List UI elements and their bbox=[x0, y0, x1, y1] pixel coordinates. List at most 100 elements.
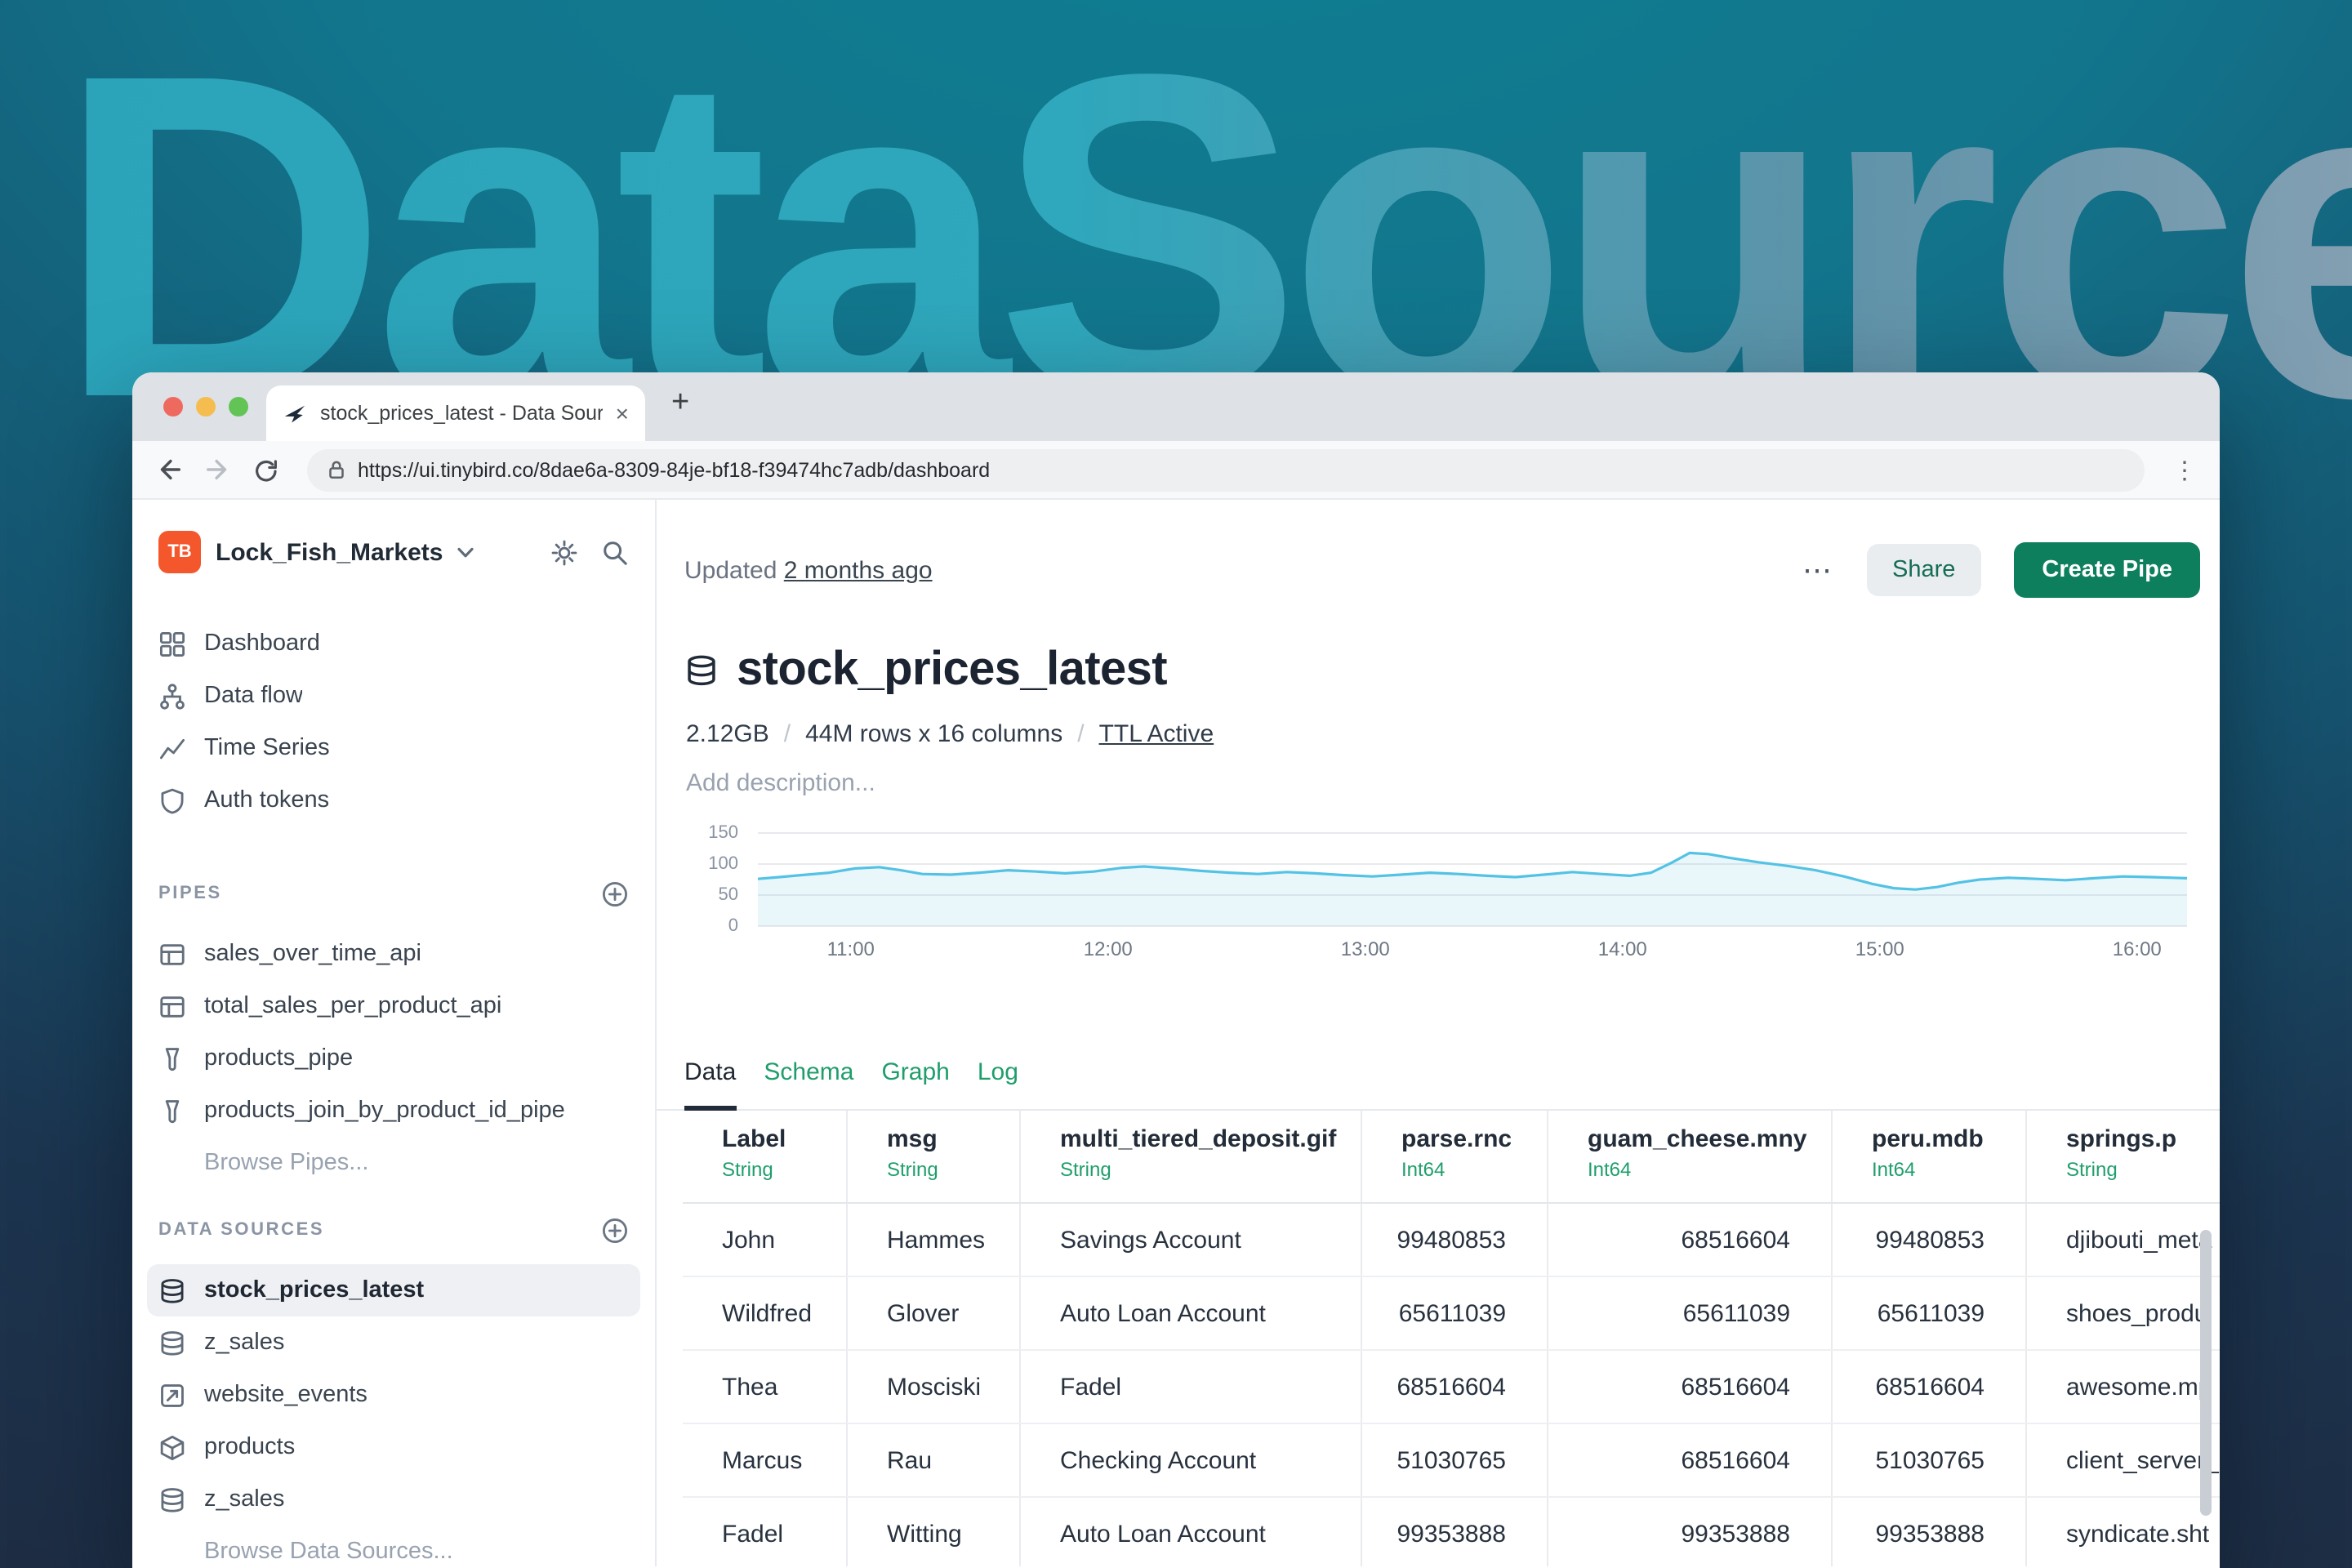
ttl-link[interactable]: TTL Active bbox=[1099, 720, 1214, 748]
browser-tab-strip: stock_prices_latest - Data Sour × + bbox=[132, 372, 2220, 441]
chart-x-tick-label: 11:00 bbox=[827, 938, 875, 960]
create-pipe-button[interactable]: Create Pipe bbox=[2014, 542, 2200, 598]
table-header-row: Label String msg String multi_tiered_dep… bbox=[683, 1111, 2220, 1204]
chevron-down-icon bbox=[457, 546, 474, 558]
window-controls bbox=[163, 397, 248, 416]
tab-data[interactable]: Data bbox=[684, 1058, 736, 1111]
pipe-label: sales_over_time_api bbox=[204, 941, 421, 967]
table-row[interactable]: Thea Mosciski Fadel 68516604 68516604 68… bbox=[683, 1351, 2220, 1424]
data-table: Label String msg String multi_tiered_dep… bbox=[683, 1111, 2220, 1566]
more-options-icon[interactable]: ⋯ bbox=[1802, 553, 1833, 587]
pipes-section-header: PIPES bbox=[132, 879, 655, 908]
data-source-item-website-events[interactable]: website_events bbox=[147, 1369, 640, 1421]
browse-data-sources-link[interactable]: Browse Data Sources... bbox=[147, 1526, 640, 1566]
reload-button[interactable] bbox=[253, 457, 279, 483]
database-icon bbox=[158, 1486, 186, 1513]
vertical-scrollbar[interactable] bbox=[2200, 1230, 2212, 1516]
view-tabs: Data Schema Graph Log bbox=[657, 1058, 2220, 1111]
data-source-item-products[interactable]: products bbox=[147, 1421, 640, 1473]
pipe-item-total-sales-per-product-api[interactable]: total_sales_per_product_api bbox=[147, 980, 640, 1032]
column-header[interactable]: springs.p String bbox=[2027, 1111, 2220, 1202]
share-button[interactable]: Share bbox=[1866, 544, 1981, 596]
sidebar-item-time-series[interactable]: Time Series bbox=[132, 722, 655, 774]
add-data-source-icon[interactable] bbox=[601, 1216, 629, 1244]
column-header[interactable]: msg String bbox=[848, 1111, 1021, 1202]
shield-icon bbox=[158, 786, 186, 814]
pipes-list: sales_over_time_api total_sales_per_prod… bbox=[132, 928, 655, 1189]
stats-row: 2.12GB / 44M rows x 16 columns / TTL Act… bbox=[686, 720, 2220, 748]
back-button[interactable] bbox=[155, 456, 183, 483]
content-header: Updated 2 months ago ⋯ Share Create Pipe bbox=[684, 542, 2200, 598]
maximize-window-button[interactable] bbox=[229, 397, 248, 416]
time-series-icon bbox=[158, 734, 186, 762]
data-source-item-stock-prices-latest[interactable]: stock_prices_latest bbox=[147, 1264, 640, 1316]
table-row[interactable]: Fadel Witting Auto Loan Account 99353888… bbox=[683, 1498, 2220, 1566]
database-icon bbox=[158, 1276, 186, 1304]
stat-separator: / bbox=[1077, 720, 1084, 748]
chart-y-axis: 050100150 bbox=[683, 826, 748, 928]
tab-schema[interactable]: Schema bbox=[764, 1058, 853, 1109]
database-title-icon bbox=[684, 653, 719, 688]
events-icon bbox=[158, 1381, 186, 1409]
tab-graph[interactable]: Graph bbox=[881, 1058, 949, 1109]
tab-log[interactable]: Log bbox=[978, 1058, 1018, 1109]
chart-x-tick-label: 16:00 bbox=[2113, 938, 2162, 960]
close-window-button[interactable] bbox=[163, 397, 183, 416]
sidebar-item-auth-tokens[interactable]: Auth tokens bbox=[132, 774, 655, 826]
header-actions: ⋯ Share Create Pipe bbox=[1802, 542, 2200, 598]
chart-y-tick-label: 150 bbox=[708, 823, 738, 843]
browse-pipes-link[interactable]: Browse Pipes... bbox=[147, 1137, 640, 1189]
column-header[interactable]: multi_tiered_deposit.gif String bbox=[1021, 1111, 1362, 1202]
chart-x-tick-label: 12:00 bbox=[1084, 938, 1133, 960]
column-header[interactable]: guam_cheese.mny Int64 bbox=[1548, 1111, 1833, 1202]
settings-gear-icon[interactable] bbox=[550, 538, 578, 566]
data-source-label: z_sales bbox=[204, 1486, 284, 1512]
search-icon[interactable] bbox=[601, 538, 629, 566]
forward-button[interactable] bbox=[204, 456, 232, 483]
chart-x-axis: 11:0012:0013:0014:0015:0016:00 bbox=[758, 938, 2187, 964]
table-row[interactable]: Wildfred Glover Auto Loan Account 656110… bbox=[683, 1277, 2220, 1351]
main-content: Updated 2 months ago ⋯ Share Create Pipe bbox=[657, 500, 2220, 1566]
new-tab-button[interactable]: + bbox=[671, 385, 689, 421]
sidebar-item-data-flow[interactable]: Data flow bbox=[132, 670, 655, 722]
url-bar[interactable]: https://ui.tinybird.co/8dae6a-8309-84je-… bbox=[307, 448, 2145, 491]
column-header[interactable]: Label String bbox=[683, 1111, 848, 1202]
api-endpoint-icon bbox=[158, 940, 186, 968]
updated-text: Updated 2 months ago bbox=[684, 556, 933, 584]
pipe-item-sales-over-time-api[interactable]: sales_over_time_api bbox=[147, 928, 640, 980]
back-arrow-icon bbox=[155, 456, 183, 483]
add-pipe-icon[interactable] bbox=[601, 880, 629, 907]
description-placeholder[interactable]: Add description... bbox=[686, 769, 2220, 797]
table-row[interactable]: Marcus Rau Checking Account 51030765 685… bbox=[683, 1424, 2220, 1498]
pipe-icon bbox=[158, 1045, 186, 1072]
sidebar-nav: Dashboard Data flow Time Series bbox=[132, 617, 655, 826]
sidebar-item-dashboard[interactable]: Dashboard bbox=[132, 617, 655, 670]
data-sources-section-header: DATA SOURCES bbox=[132, 1215, 655, 1245]
column-header[interactable]: peru.mdb Int64 bbox=[1833, 1111, 2027, 1202]
tinybird-favicon bbox=[283, 401, 307, 425]
pipe-item-products-join-by-product-id-pipe[interactable]: products_join_by_product_id_pipe bbox=[147, 1085, 640, 1137]
tab-title: stock_prices_latest - Data Sour bbox=[320, 402, 603, 425]
chart-plot-area bbox=[758, 826, 2187, 928]
url-text: https://ui.tinybird.co/8dae6a-8309-84je-… bbox=[358, 458, 990, 481]
dashboard-grid-icon bbox=[158, 630, 186, 657]
chart-x-tick-label: 13:00 bbox=[1341, 938, 1390, 960]
data-source-item-z-sales-2[interactable]: z_sales bbox=[147, 1473, 640, 1526]
sidebar: TB Lock_Fish_Markets bbox=[132, 500, 657, 1566]
chart-y-tick-label: 50 bbox=[719, 885, 739, 905]
data-source-item-z-sales[interactable]: z_sales bbox=[147, 1316, 640, 1369]
data-sources-section-title: DATA SOURCES bbox=[158, 1220, 324, 1240]
minimize-window-button[interactable] bbox=[196, 397, 216, 416]
column-header[interactable]: parse.rnc Int64 bbox=[1362, 1111, 1548, 1202]
tab-close-icon[interactable]: × bbox=[616, 402, 629, 425]
api-endpoint-icon bbox=[158, 992, 186, 1020]
browser-tab[interactable]: stock_prices_latest - Data Sour × bbox=[266, 385, 645, 441]
workspace-switcher[interactable]: TB Lock_Fish_Markets bbox=[132, 523, 655, 581]
nav-label: Time Series bbox=[204, 735, 330, 761]
browser-menu-icon[interactable]: ⋮ bbox=[2172, 455, 2197, 484]
pipe-item-products-pipe[interactable]: products_pipe bbox=[147, 1032, 640, 1085]
lock-icon bbox=[327, 459, 346, 480]
table-row[interactable]: John Hammes Savings Account 99480853 685… bbox=[683, 1204, 2220, 1277]
updated-time-link[interactable]: 2 months ago bbox=[784, 556, 933, 584]
data-source-label: products bbox=[204, 1434, 295, 1460]
